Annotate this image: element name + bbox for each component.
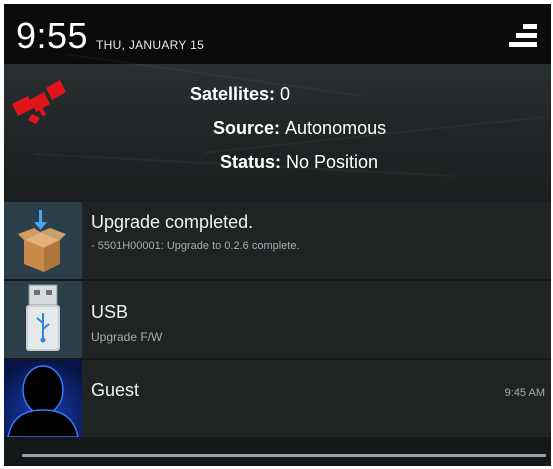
notification-title: Guest xyxy=(91,380,140,400)
notification-text: Upgrade F/W xyxy=(91,330,163,344)
status-value: No Position xyxy=(286,152,379,172)
satellites-row: Satellites: 0 xyxy=(190,84,290,105)
date: THU, JANUARY 15 xyxy=(96,38,205,52)
source-value: Autonomous xyxy=(285,118,387,138)
satellites-value: 0 xyxy=(280,84,291,104)
notification-usb[interactable]: USB Upgrade F/W xyxy=(4,281,551,358)
usb-icon xyxy=(4,281,82,358)
shade-drag-handle[interactable] xyxy=(22,454,546,457)
status-bar: 9:55 THU, JANUARY 15 xyxy=(4,4,551,64)
quick-settings-icon[interactable] xyxy=(505,20,541,54)
satellites-label: Satellites: xyxy=(190,84,276,104)
status-row: Status: No Position xyxy=(220,152,378,173)
notification-upgrade[interactable]: Upgrade completed. - 5501H00001: Upgrade… xyxy=(4,202,551,279)
guest-avatar-icon xyxy=(4,360,82,437)
status-label: Status: xyxy=(220,152,282,172)
notification-time: 9:45 AM xyxy=(504,387,545,399)
notification-title: Upgrade completed. xyxy=(91,212,254,232)
source-label: Source: xyxy=(213,118,281,138)
clock: 9:55 xyxy=(16,15,89,56)
notification-shade: 9:55 THU, JANUARY 15 Satellites: 0 Sourc… xyxy=(4,4,551,466)
notification-guest[interactable]: Guest 9:45 AM xyxy=(4,360,551,437)
notification-title: USB xyxy=(91,302,129,322)
gps-status-panel[interactable]: Satellites: 0 Source: Autonomous Status: No… xyxy=(4,53,551,202)
notification-text: - 5501H00001: Upgrade to 0.2.6 complete. xyxy=(91,240,300,252)
source-row: Source: Autonomous xyxy=(213,118,386,139)
package-download-icon xyxy=(4,202,82,279)
satellite-icon xyxy=(10,78,68,130)
